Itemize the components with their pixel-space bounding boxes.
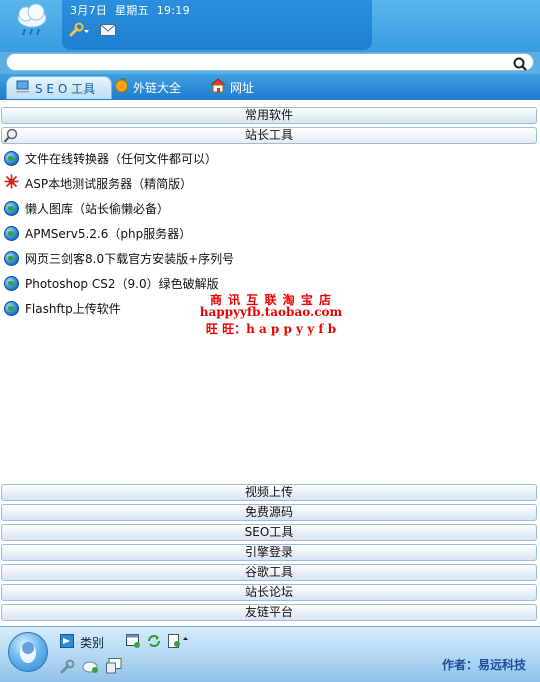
header-toolbar	[68, 22, 116, 41]
cloud-add-icon[interactable]	[82, 658, 100, 677]
item-label: 懒人图库（站长偷懒必备）	[25, 201, 170, 216]
tab-seo-tools[interactable]: S E O 工具	[6, 76, 112, 99]
section-engine-login[interactable]: 引擎登录	[1, 544, 537, 561]
bottom-toolbar-top: 类别	[60, 634, 190, 651]
globe-icon	[4, 200, 19, 216]
globe-icon	[4, 300, 19, 316]
section-common-software[interactable]: 常用软件	[1, 107, 537, 124]
section-webmaster-tools[interactable]: 站长工具	[1, 127, 537, 144]
category-icon	[60, 634, 74, 651]
globe-icon	[4, 225, 19, 241]
window-grid-icon[interactable]	[106, 658, 122, 677]
globe-icon	[4, 150, 19, 166]
wrench-icon[interactable]	[60, 658, 76, 677]
globe-icon	[4, 275, 19, 291]
header: 3月7日 星期五 19:19	[0, 0, 540, 52]
search-icon[interactable]	[512, 56, 528, 72]
qq-menu-orb-icon[interactable]	[8, 632, 48, 672]
tab-bar: S E O 工具 外链大全 网址	[0, 74, 540, 100]
item-label: 文件在线转换器（任何文件都可以）	[25, 151, 218, 166]
list-item[interactable]: 文件在线转换器（任何文件都可以）	[4, 148, 217, 168]
tab-label: 网址	[230, 80, 255, 95]
category-label[interactable]: 类别	[80, 634, 104, 651]
tab-external-links[interactable]: 外链大全	[106, 76, 189, 98]
section-google-tools[interactable]: 谷歌工具	[1, 564, 537, 581]
magnifier-icon	[3, 128, 19, 147]
section-video-upload[interactable]: 视频上传	[1, 484, 537, 501]
date-text: 3月7日	[70, 4, 108, 17]
tab-urls[interactable]: 网址	[202, 76, 262, 98]
laptop-icon	[15, 80, 31, 96]
section-free-source[interactable]: 免费源码	[1, 504, 537, 521]
time-text: 19:19	[156, 4, 190, 17]
refresh-icon[interactable]	[146, 634, 162, 651]
list-item[interactable]: 网页三剑客8.0下载官方安装版+序列号	[4, 248, 234, 268]
item-label: ASP本地测试服务器（精简版）	[25, 176, 193, 191]
list-item[interactable]: APMServ5.2.6（php服务器）	[4, 223, 191, 243]
item-label: Flashftp上传软件	[25, 301, 121, 316]
item-label: APMServ5.2.6（php服务器）	[25, 226, 192, 241]
search-bar	[0, 52, 540, 74]
watermark-url: happyyfb.taobao.com	[199, 305, 343, 319]
item-label: 网页三剑客8.0下载官方安装版+序列号	[25, 251, 235, 266]
section-seo-tools[interactable]: SEO工具	[1, 524, 537, 541]
search-input[interactable]	[6, 53, 534, 71]
virus-icon	[4, 174, 19, 192]
list-item[interactable]: 懒人图库（站长偷懒必备）	[4, 198, 169, 218]
section-friend-links[interactable]: 友链平台	[1, 604, 537, 621]
datetime: 3月7日 星期五 19:19	[70, 2, 190, 18]
author-credit: 作者：易远科技	[441, 658, 526, 672]
orange-ball-icon	[114, 77, 129, 96]
add-window-icon[interactable]	[126, 634, 141, 651]
tab-label: 外链大全	[133, 80, 182, 95]
bottom-toolbar-bottom	[60, 658, 122, 677]
house-icon	[210, 78, 226, 96]
list-item[interactable]: ASP本地测试服务器（精简版）	[4, 173, 192, 193]
mail-icon[interactable]	[100, 24, 116, 39]
list-item[interactable]: Flashftp上传软件	[4, 298, 121, 318]
weekday-text: 星期五	[115, 4, 149, 17]
globe-icon	[4, 250, 19, 266]
wrench-menu-icon[interactable]	[68, 22, 90, 41]
weather-cloud-icon[interactable]	[12, 2, 52, 40]
tab-label: S E O 工具	[35, 81, 96, 96]
list-item[interactable]: Photoshop CS2（9.0）绿色破解版	[4, 273, 219, 293]
item-label: Photoshop CS2（9.0）绿色破解版	[25, 276, 219, 291]
watermark-wangwang: 旺 旺：h a p p y y f b	[205, 322, 337, 336]
add-file-menu-icon[interactable]	[168, 634, 190, 651]
section-webmaster-forum[interactable]: 站长论坛	[1, 584, 537, 601]
